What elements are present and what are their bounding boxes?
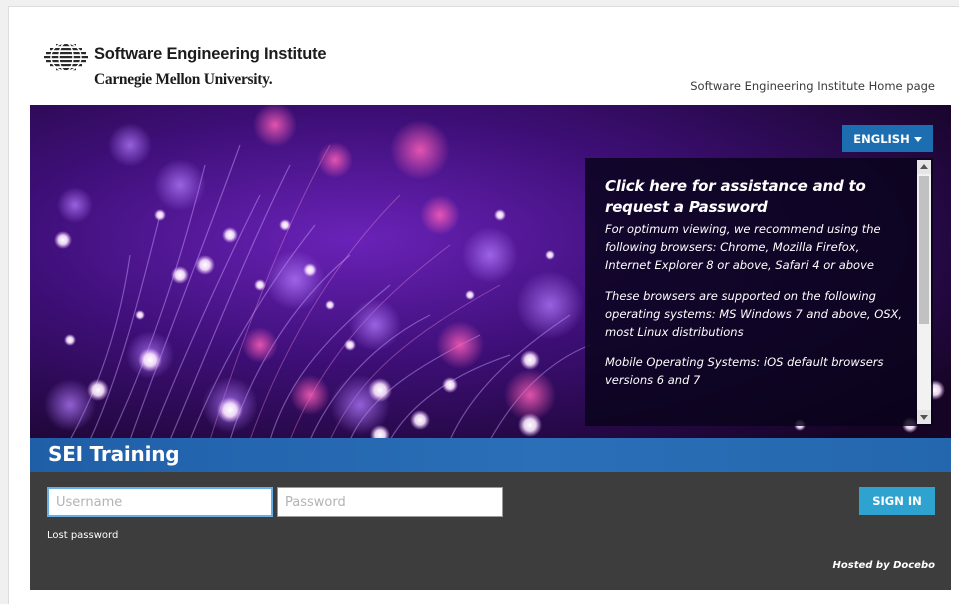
info-panel-scrollbar[interactable] [917,160,931,424]
hero-banner: ENGLISH Click here for assistance and to… [30,105,951,440]
logo-cmu-text: Carnegie Mellon University. [94,71,273,88]
info-browsers-text: For optimum viewing, we recommend using … [605,222,881,273]
sign-in-button[interactable]: SIGN IN [859,487,935,515]
caret-down-icon [913,137,922,142]
login-form: SIGN IN Lost password Hosted by Docebo [30,472,951,590]
info-panel[interactable]: Click here for assistance and to request… [585,158,933,426]
lost-password-link[interactable]: Lost password [47,530,118,541]
site-title: SEI Training [48,442,180,466]
hosted-by-text: Hosted by Docebo [832,560,935,571]
site-title-band: SEI Training [30,438,951,472]
password-input[interactable] [277,487,503,517]
scroll-down-arrow-icon[interactable] [917,410,931,424]
info-os-text: These browsers are supported on the foll… [605,288,903,340]
assistance-link[interactable]: Click here for assistance and to request… [605,176,905,218]
logo-sei-text: Software Engineering Institute [94,45,327,63]
language-label: ENGLISH [853,131,910,146]
sei-globe-logo-icon [44,42,88,72]
scroll-up-arrow-icon[interactable] [917,160,931,174]
info-panel-content: Click here for assistance and to request… [605,176,905,402]
username-input[interactable] [47,487,273,517]
scrollbar-thumb[interactable] [919,176,929,324]
sei-logo[interactable]: Software Engineering Institute Carnegie … [42,42,362,98]
info-mobile-text: Mobile Operating Systems: iOS default br… [605,355,884,388]
language-dropdown-button[interactable]: ENGLISH [842,125,933,152]
sei-home-page-link[interactable]: Software Engineering Institute Home page [690,79,935,93]
